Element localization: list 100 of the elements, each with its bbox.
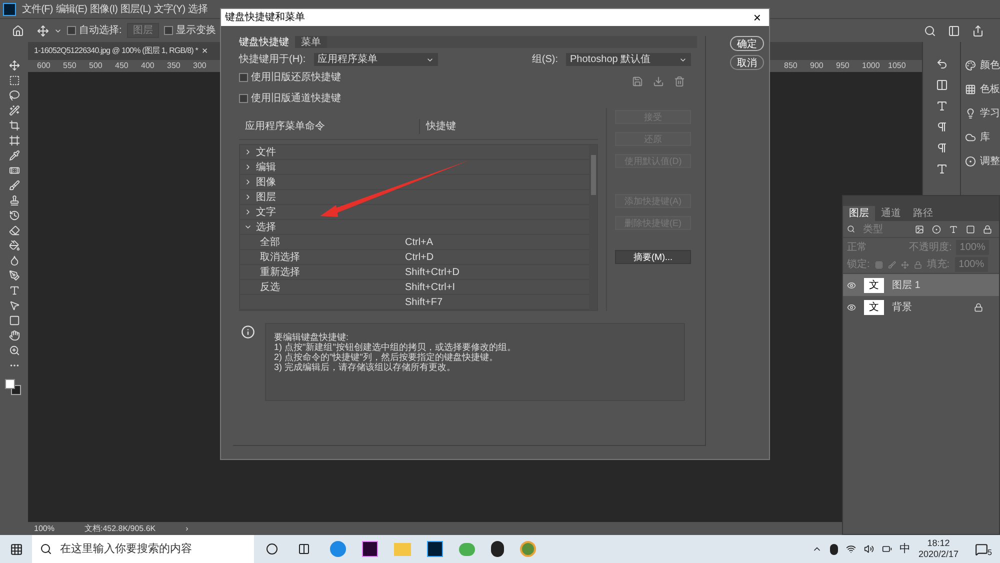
lasso-icon[interactable] <box>8 90 20 101</box>
paragraph-icon[interactable] <box>936 121 948 133</box>
workspace-icon[interactable] <box>948 24 960 36</box>
type-filter-icon[interactable] <box>949 224 958 234</box>
rectangle-icon[interactable] <box>8 315 20 326</box>
panel-icon[interactable] <box>965 132 976 143</box>
search-icon <box>40 543 52 555</box>
visibility-icon[interactable] <box>847 302 856 312</box>
droplet-icon[interactable] <box>8 255 20 266</box>
visibility-icon[interactable] <box>847 280 856 290</box>
task-view-icon[interactable] <box>298 543 310 555</box>
image-filter-icon[interactable] <box>915 224 924 234</box>
close-button[interactable]: × <box>202 44 208 58</box>
menu-item[interactable]: 文字(Y) <box>154 2 186 16</box>
bandage-icon[interactable] <box>8 165 20 176</box>
history-brush-icon[interactable] <box>8 210 20 221</box>
panel-icon[interactable] <box>965 108 976 119</box>
eyedropper-icon[interactable] <box>8 150 20 161</box>
cancel-button[interactable]: 取消 <box>730 55 764 70</box>
menu-item[interactable]: 图层(L) <box>120 2 151 16</box>
menu-item[interactable]: 选择 <box>188 2 208 16</box>
app-logo-icon[interactable] <box>3 2 16 16</box>
adjust-filter-icon[interactable] <box>932 224 941 234</box>
menu-item[interactable]: 文件(F) <box>22 2 53 16</box>
zoom-icon[interactable] <box>8 345 20 356</box>
battery-icon[interactable] <box>882 544 892 554</box>
menu-item[interactable]: 图像(I) <box>90 2 118 16</box>
clock-date[interactable]: 2020/2/17 <box>918 549 959 560</box>
history-icon[interactable] <box>936 58 948 70</box>
panel-label[interactable]: 调整 <box>980 154 1000 169</box>
app-icon[interactable] <box>520 541 536 557</box>
panel-icon[interactable] <box>965 156 976 167</box>
network-icon[interactable] <box>846 544 856 554</box>
panel-label[interactable]: 色板 <box>980 82 1000 97</box>
eraser-icon[interactable] <box>8 225 20 236</box>
move-icon[interactable] <box>8 60 20 71</box>
save-as-icon[interactable] <box>653 76 664 87</box>
stamp-icon[interactable] <box>8 195 20 206</box>
character-style-icon[interactable] <box>936 163 948 175</box>
checkbox[interactable] <box>164 26 173 35</box>
crop-icon[interactable] <box>8 120 20 131</box>
dialog-tab[interactable]: 键盘快捷键 <box>233 36 295 48</box>
shape-filter-icon[interactable] <box>966 224 975 234</box>
checkbox[interactable] <box>239 73 248 82</box>
notification-icon[interactable] <box>974 542 988 556</box>
properties-icon[interactable] <box>936 79 948 91</box>
color-swatches[interactable] <box>5 379 23 397</box>
frame-icon[interactable] <box>8 135 20 146</box>
type-icon[interactable] <box>8 285 20 296</box>
input-method[interactable]: 中 <box>900 540 910 558</box>
scrollbar[interactable] <box>589 145 597 310</box>
panel-icon[interactable] <box>965 60 976 71</box>
panel-label[interactable]: 库 <box>980 130 990 145</box>
checkbox[interactable] <box>67 26 76 35</box>
tree-group-row[interactable]: 选择 <box>240 220 589 235</box>
shortcuts-for-dropdown[interactable]: 应用程序菜单 <box>314 53 438 66</box>
ruler-label: 1000 <box>862 60 881 72</box>
checkbox[interactable] <box>239 94 248 103</box>
panel-icon[interactable] <box>965 84 976 95</box>
wand-icon[interactable] <box>8 105 20 116</box>
set-dropdown[interactable]: Photoshop 默认值 <box>566 53 691 66</box>
character-icon[interactable] <box>936 100 948 112</box>
save-icon[interactable] <box>632 76 643 87</box>
volume-icon[interactable] <box>864 544 874 554</box>
layer-row[interactable]: 文 图层 1 <box>843 274 999 296</box>
checkbox-label: 使用旧版通道快捷键 <box>251 92 341 106</box>
panel-label[interactable]: 学习 <box>980 106 1000 121</box>
close-button[interactable]: × <box>753 8 761 28</box>
lock-filter-icon[interactable] <box>983 224 992 234</box>
pointer-icon[interactable] <box>8 300 20 311</box>
search-field[interactable]: 在这里输入你要搜索的内容 <box>32 535 254 563</box>
ruler-label: 500 <box>89 60 104 72</box>
document-tab[interactable]: 1-16052Q51226340.jpg @ 100% (图层 1, RGB/8) * <box>34 45 198 57</box>
ok-button[interactable]: 确定 <box>730 36 764 51</box>
delete-icon[interactable] <box>674 76 685 87</box>
clock-time[interactable]: 18:12 <box>927 538 950 549</box>
share-icon[interactable] <box>972 24 984 36</box>
move-icon[interactable] <box>37 24 49 36</box>
panel-tab[interactable]: 图层 <box>843 206 875 221</box>
panel-label[interactable]: 颜色 <box>980 58 1000 73</box>
panel-tab[interactable]: 路径 <box>907 206 939 221</box>
marquee-icon[interactable] <box>8 75 20 86</box>
bucket-icon[interactable] <box>8 240 20 251</box>
dialog-tab[interactable]: 菜单 <box>295 36 327 48</box>
tree-group-row[interactable]: 文件 <box>240 145 589 160</box>
search-icon[interactable] <box>924 24 936 36</box>
menu-item[interactable]: 编辑(E) <box>56 2 88 16</box>
status-arrow[interactable]: › <box>186 522 188 534</box>
home-icon[interactable] <box>12 24 24 36</box>
layer-name: 背景 <box>892 300 912 314</box>
pen-icon[interactable] <box>8 270 20 281</box>
ruler-label: 300 <box>193 60 208 72</box>
cortana-icon[interactable] <box>266 543 278 555</box>
hand-icon[interactable] <box>8 330 20 341</box>
brush-icon[interactable] <box>8 180 20 191</box>
windows-start-icon[interactable] <box>10 542 22 556</box>
paragraph-style-icon[interactable] <box>936 142 948 154</box>
layer-row[interactable]: 文 背景 <box>843 296 999 318</box>
panel-tab[interactable]: 通道 <box>875 206 907 221</box>
dialog-button[interactable]: 摘要(M)... <box>615 250 691 264</box>
